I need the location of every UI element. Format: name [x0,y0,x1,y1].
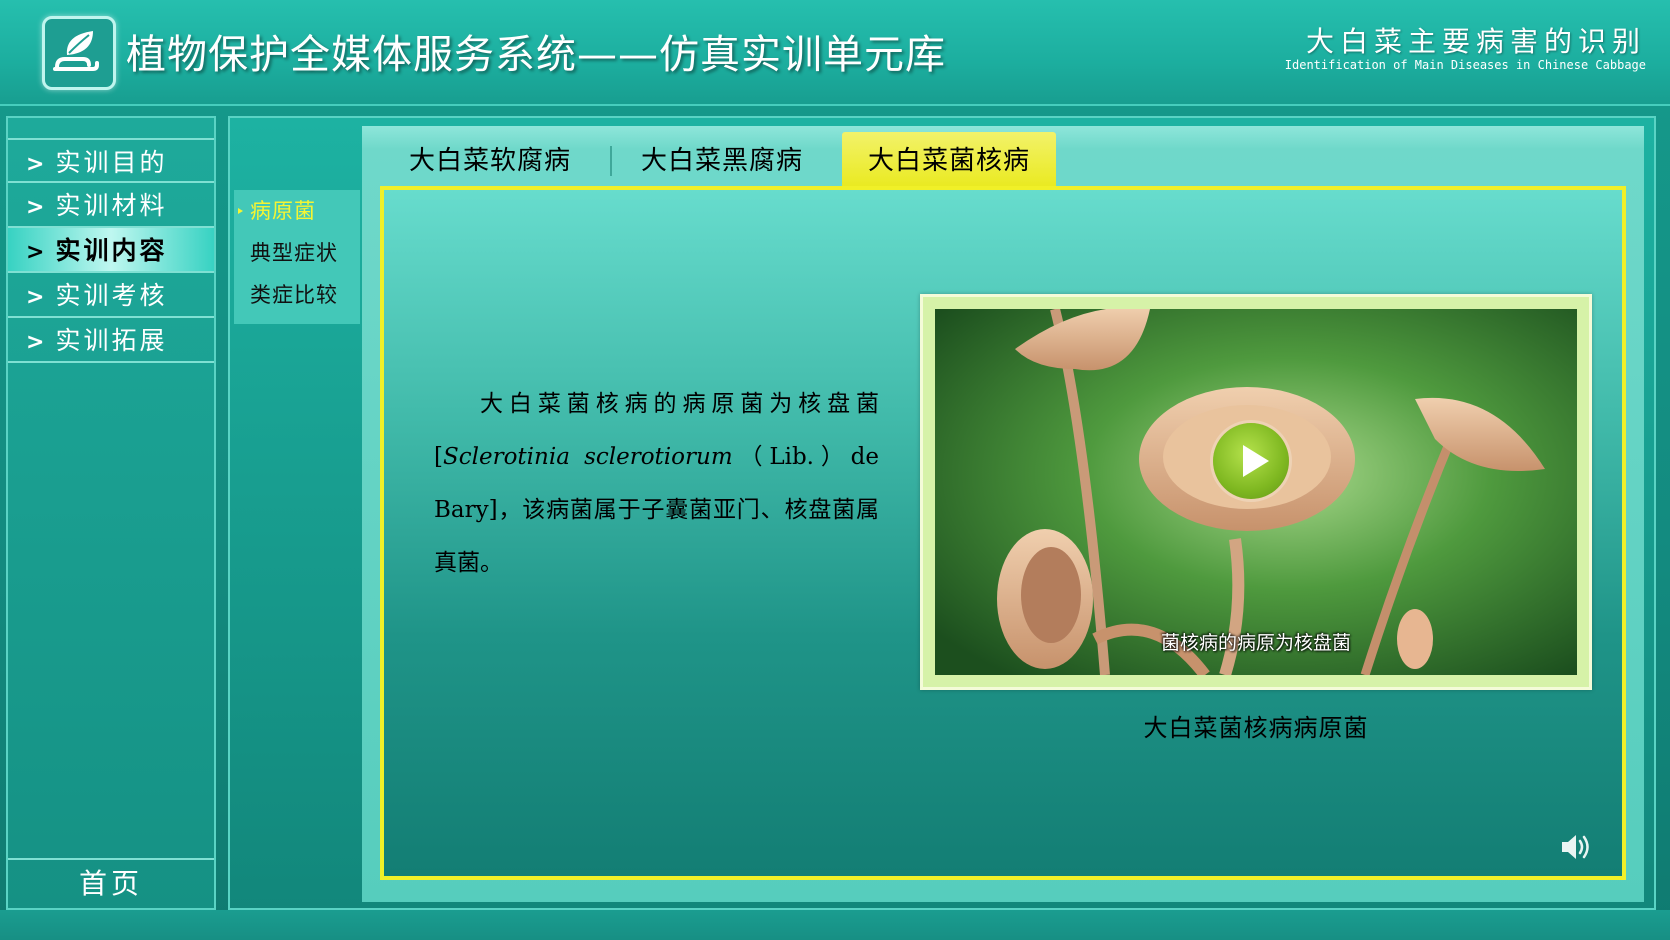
sub-nav-item-typical-symptoms[interactable]: 典型症状 [234,232,360,274]
sub-nav: 病原菌 典型症状 类症比较 [234,190,360,324]
left-nav: > 实训目的 > 实训材料 > 实训内容 > 实训考核 > 实训拓展 首页 [6,116,216,910]
nav-item-training-materials[interactable]: > 实训材料 [8,183,214,228]
chevron-right-icon: > [26,285,48,310]
content-panel: 大白菜软腐病 大白菜黑腐病 大白菜菌核病 大白菜菌核病的病原菌为核盘菌[Scle… [362,126,1644,902]
content-box: 大白菜菌核病的病原菌为核盘菌[Sclerotinia sclerotiorum（… [380,186,1626,880]
home-button[interactable]: 首页 [8,858,214,908]
scientific-name: Sclerotinia sclerotiorum [442,444,733,470]
tab-soft-rot[interactable]: 大白菜软腐病 [380,132,600,186]
chevron-right-icon: > [26,152,48,177]
video-subtitle: 菌核病的病原为核盘菌 [1160,632,1351,654]
chevron-right-icon: > [26,330,48,355]
sub-nav-item-pathogen[interactable]: 病原菌 [234,190,360,232]
nav-item-training-assessment[interactable]: > 实训考核 [8,273,214,318]
tab-black-rot[interactable]: 大白菜黑腐病 [614,132,830,186]
nav-list: > 实训目的 > 实训材料 > 实训内容 > 实训考核 > 实训拓展 [8,138,214,363]
main-frame: 病原菌 典型症状 类症比较 大白菜软腐病 大白菜黑腐病 大白菜菌核病 大白菜菌核… [228,116,1656,910]
nav-item-label: 实训考核 [55,281,168,310]
nav-item-label: 实训材料 [55,191,168,220]
nav-item-label: 实训目的 [55,148,168,177]
speaker-icon[interactable] [1560,832,1594,862]
header-bar: 植物保护全媒体服务系统——仿真实训单元库 大白菜主要病害的识别 Identifi… [0,0,1670,106]
play-icon[interactable] [1213,423,1289,499]
sub-nav-item-similar-disease-comparison[interactable]: 类症比较 [234,274,360,316]
nav-item-training-extension[interactable]: > 实训拓展 [8,318,214,363]
unit-title: 大白菜主要病害的识别 [1305,25,1646,58]
footer-band [0,910,1670,940]
pathogen-description: 大白菜菌核病的病原菌为核盘菌[Sclerotinia sclerotiorum（… [434,378,879,590]
tab-sclerotinia-rot[interactable]: 大白菜菌核病 [842,132,1056,186]
chevron-right-icon: > [26,195,48,220]
video-frame: 菌核病的病原为核盘菌 [920,294,1592,690]
nav-item-training-content[interactable]: > 实训内容 [8,228,214,273]
nav-item-label: 实训拓展 [55,326,168,355]
nav-item-label: 实训内容 [55,236,168,265]
chevron-right-icon: > [26,240,48,265]
unit-subtitle: Identification of Main Diseases in Chine… [1284,58,1646,72]
leaf-in-hand-icon [42,16,116,90]
video-caption: 大白菜菌核病病原菌 [1143,714,1369,742]
tab-divider [610,146,612,176]
nav-item-training-objective[interactable]: > 实训目的 [8,138,214,183]
app-title: 植物保护全媒体服务系统——仿真实训单元库 [126,32,946,78]
video-player[interactable]: 菌核病的病原为核盘菌 [935,309,1577,675]
